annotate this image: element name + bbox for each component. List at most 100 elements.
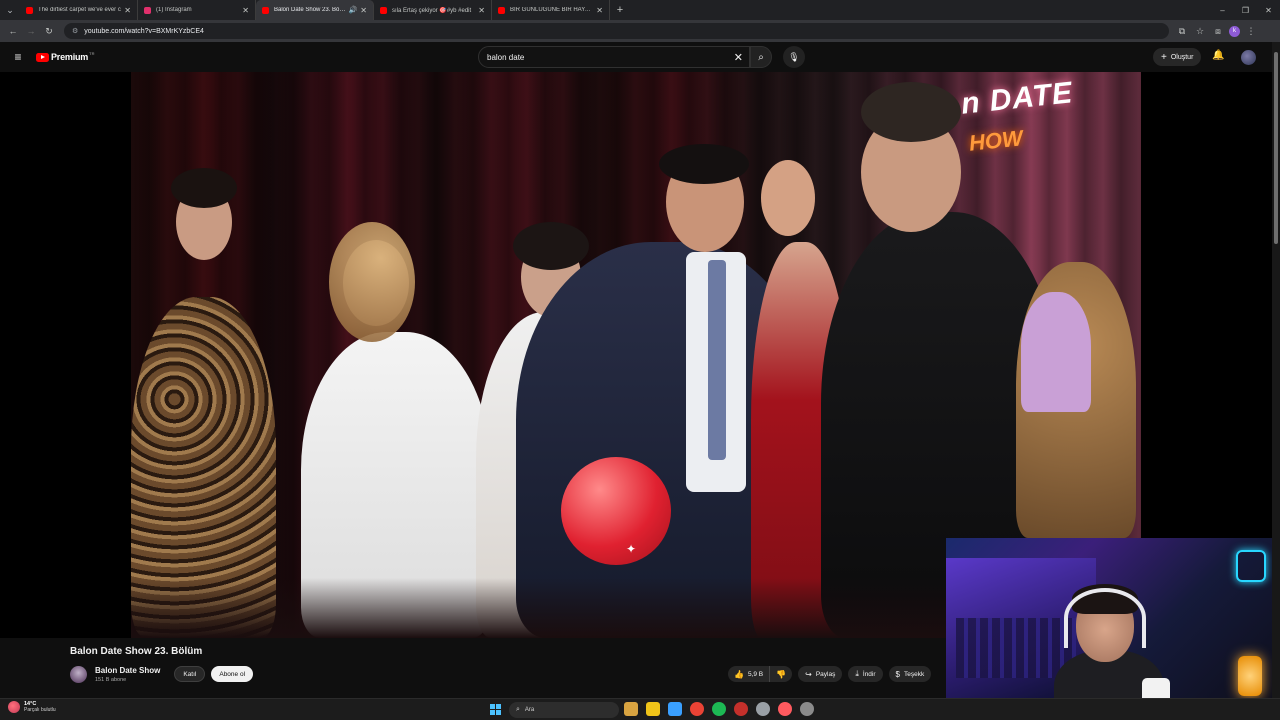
address-bar: ← → ↻ ⚙ youtube.com/watch?v=BXMrKYzbCE4 … — [0, 20, 1280, 42]
person-lilac-sleeve — [1021, 292, 1091, 412]
channel-name[interactable]: Balon Date Show — [95, 666, 160, 675]
voice-search-button[interactable]: 🎙 — [783, 46, 805, 68]
person-hair — [513, 222, 589, 270]
download-icon: ⤓ — [855, 669, 859, 678]
like-dislike-group: 👍 5,9 B 👎 — [728, 666, 793, 682]
share-button[interactable]: ↪ Paylaş — [798, 666, 843, 682]
browser-tab-strip: ⌄ The dirtiest carpet we've ever c ✕ (1)… — [0, 0, 1280, 20]
chrome-profile-icon[interactable] — [778, 702, 792, 716]
weather-icon — [8, 701, 20, 713]
speaker-icon[interactable]: 🔊 — [349, 6, 358, 14]
search-icon: ⌕ — [758, 51, 764, 63]
red-balloon — [561, 457, 671, 565]
file-explorer-icon[interactable] — [624, 702, 638, 716]
video-title: Balon Date Show 23. Bölüm — [70, 646, 203, 657]
subscriber-count: 151 B abone — [95, 676, 127, 683]
close-tab-icon[interactable]: ✕ — [596, 6, 603, 15]
create-button[interactable]: + Oluştur — [1153, 48, 1202, 66]
youtube-favicon-icon — [26, 6, 33, 14]
youtube-favicon-icon — [498, 6, 505, 14]
dislike-button[interactable]: 👎 — [770, 666, 792, 682]
bookmark-star-icon[interactable]: ☆ — [1193, 26, 1207, 37]
browser-tab-2[interactable]: (1) Instagram ✕ — [138, 0, 256, 20]
browser-menu-icon[interactable]: ⋮ — [1244, 26, 1258, 37]
restore-icon[interactable]: ❐ — [1234, 0, 1257, 20]
install-app-icon[interactable]: ⧉ — [1175, 26, 1189, 37]
account-avatar[interactable] — [1241, 50, 1256, 65]
clear-search-icon[interactable]: ✕ — [734, 51, 743, 64]
cam-lamp — [1238, 656, 1262, 696]
microphone-icon: 🎙 — [788, 51, 800, 62]
close-tab-icon[interactable]: ✕ — [360, 6, 367, 15]
minimize-icon[interactable]: – — [1211, 0, 1234, 20]
youtube-favicon-icon — [262, 6, 269, 14]
settings-icon[interactable] — [800, 702, 814, 716]
balloon-logo-icon: ✦ — [626, 542, 637, 556]
chrome-icon[interactable] — [690, 702, 704, 716]
browser-tab-4[interactable]: sıla Ertaş çekiyor 🎯#yb #edit ✕ — [374, 0, 492, 20]
scrollbar-thumb[interactable] — [1274, 52, 1278, 244]
close-tab-icon[interactable]: ✕ — [242, 6, 249, 15]
url-text: youtube.com/watch?v=BXMrKYzbCE4 — [84, 27, 204, 35]
cam-neon-light — [1236, 550, 1266, 582]
close-tab-icon[interactable]: ✕ — [124, 6, 131, 15]
person-hair — [861, 82, 961, 142]
video-actions: 👍 5,9 B 👎 ↪ Paylaş ⤓ İndir $ Teşekk — [728, 666, 932, 682]
site-info-icon[interactable]: ⚙ — [72, 27, 78, 35]
search-button[interactable]: ⌕ — [750, 46, 772, 68]
person-hair — [171, 168, 237, 208]
hamburger-menu-icon[interactable]: ≡ — [0, 50, 36, 64]
extensions-icon[interactable]: ⧈ — [1211, 26, 1225, 37]
search-value: balon date — [487, 52, 525, 62]
url-omnibox[interactable]: ⚙ youtube.com/watch?v=BXMrKYzbCE4 — [64, 23, 1169, 39]
instagram-favicon-icon — [144, 6, 151, 14]
search-input[interactable]: balon date ✕ — [478, 46, 750, 68]
close-tab-icon[interactable]: ✕ — [478, 6, 485, 15]
forward-arrow-icon[interactable]: → — [22, 26, 40, 36]
github-icon[interactable] — [756, 702, 770, 716]
windows-taskbar: 14°C Parçalı bulutlu ⌕ Ara — [0, 698, 1280, 720]
thumbs-down-icon: 👎 — [776, 669, 787, 679]
youtube-play-icon — [36, 52, 49, 62]
taskbar-apps — [624, 702, 814, 716]
browser-tab-5[interactable]: BİR GÜNLÜĞÜNE BİR HAYATI D ✕ — [492, 0, 610, 20]
like-button[interactable]: 👍 5,9 B — [728, 666, 771, 682]
folder-icon[interactable] — [646, 702, 660, 716]
browser-tab-3-active[interactable]: Balon Date Show 23. Bölüm 🔊 ✕ — [256, 0, 374, 20]
close-window-icon[interactable]: ✕ — [1257, 0, 1280, 20]
channel-info: Balon Date Show 151 B abone — [95, 666, 160, 683]
new-tab-plus-icon[interactable]: + — [610, 4, 630, 16]
back-arrow-icon[interactable]: ← — [4, 26, 22, 36]
host-tie — [708, 260, 726, 460]
tab-search-chevron-icon[interactable]: ⌄ — [0, 0, 20, 20]
browser-profile-icon[interactable]: k — [1229, 25, 1240, 37]
notifications-bell-icon[interactable]: 🔔 — [1212, 50, 1224, 61]
like-count: 5,9 B — [747, 670, 764, 678]
headset-icon — [1064, 588, 1146, 648]
youtube-header: ≡ Premium TR balon date ✕ ⌕ 🎙 + Oluştur … — [0, 42, 1280, 72]
person-hair — [659, 144, 749, 184]
share-arrow-icon: ↪ — [805, 669, 812, 679]
taskbar-search[interactable]: ⌕ Ara — [509, 702, 619, 718]
window-controls: – ❐ ✕ — [1211, 0, 1280, 20]
thumbs-up-icon: 👍 — [734, 669, 744, 679]
opera-icon[interactable] — [734, 702, 748, 716]
join-button[interactable]: Katıl — [174, 666, 206, 682]
reload-icon[interactable]: ↻ — [40, 26, 58, 37]
person-hair — [329, 222, 415, 342]
youtube-logo[interactable]: Premium TR — [36, 51, 94, 62]
download-button[interactable]: ⤓ İndir — [848, 666, 883, 682]
spotify-icon[interactable] — [712, 702, 726, 716]
subscribe-button[interactable]: Abone ol — [211, 666, 254, 682]
search-icon: ⌕ — [516, 706, 520, 713]
telegram-icon[interactable] — [668, 702, 682, 716]
weather-widget[interactable]: 14°C Parçalı bulutlu — [8, 701, 56, 713]
streamer-webcam-overlay — [946, 538, 1272, 720]
channel-row: Balon Date Show 151 B abone Katıl Abone … — [70, 664, 254, 684]
plus-icon: + — [1161, 51, 1167, 63]
channel-avatar[interactable] — [70, 665, 87, 683]
browser-tab-1[interactable]: The dirtiest carpet we've ever c ✕ — [20, 0, 138, 20]
windows-start-icon[interactable] — [490, 704, 501, 715]
person-head — [761, 160, 815, 236]
thanks-button[interactable]: $ Teşekk — [888, 666, 932, 682]
